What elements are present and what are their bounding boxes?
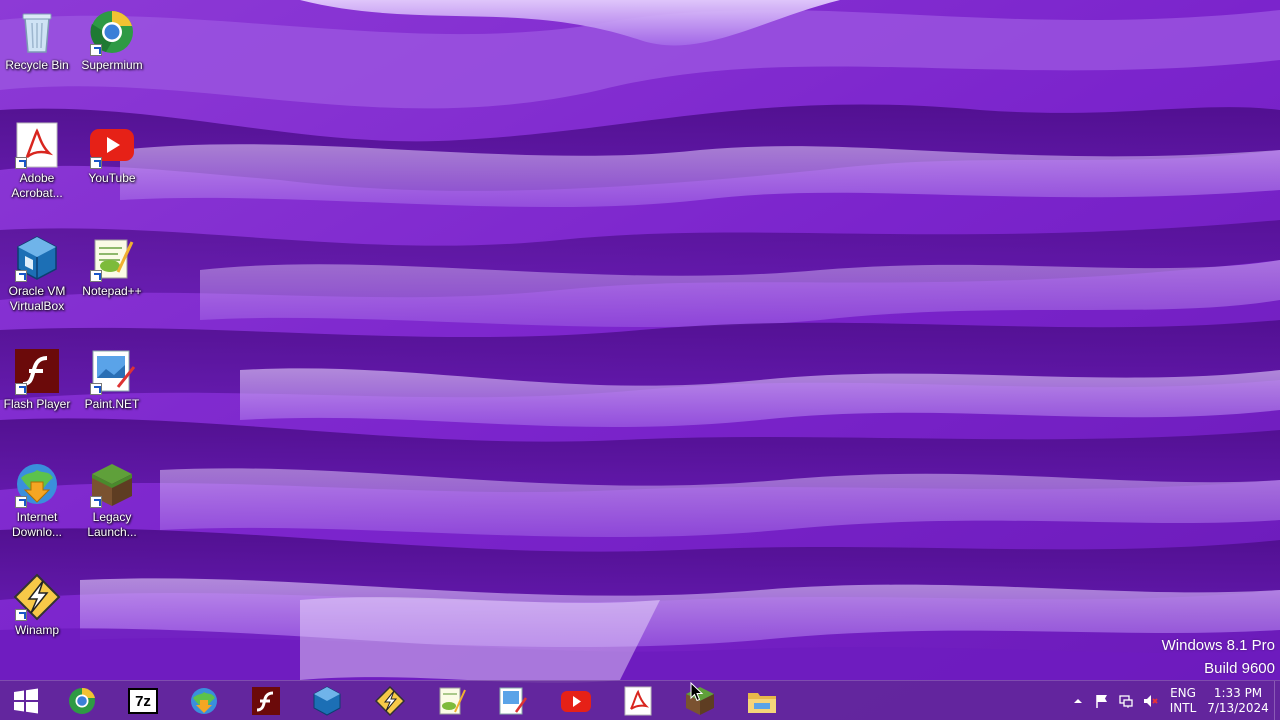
adobe-acrobat-icon xyxy=(624,686,652,716)
taskbar-7zip[interactable]: 7z xyxy=(117,683,169,719)
network-icon[interactable] xyxy=(1118,693,1134,709)
desktop-icon-label: Legacy Launch... xyxy=(87,510,137,539)
desktop-icon-label: Notepad++ xyxy=(82,284,142,298)
start-button[interactable] xyxy=(0,683,52,719)
paint-net-icon xyxy=(88,347,136,395)
shortcut-arrow-icon xyxy=(90,44,102,56)
desktop-icon-virtualbox[interactable]: Oracle VM VirtualBox xyxy=(0,234,74,314)
virtualbox-icon xyxy=(13,234,61,282)
taskbar-virtualbox[interactable] xyxy=(301,683,353,719)
desktop-icon-notepad-plus-plus[interactable]: Notepad++ xyxy=(75,234,149,299)
desktop-icon-label: Winamp xyxy=(14,623,59,637)
desktop-icon-label: Paint.NET xyxy=(84,397,140,411)
windows-build-text: Build 9600 xyxy=(1204,660,1275,677)
language-code: ENG xyxy=(1170,686,1196,700)
shortcut-arrow-icon xyxy=(15,157,27,169)
desktop-icon-label: Adobe Acrobat... xyxy=(11,171,63,200)
paint-net-icon xyxy=(499,687,528,715)
taskbar-supermium[interactable] xyxy=(56,683,108,719)
mouse-cursor-icon xyxy=(690,682,704,702)
desktop-icon-adobe-acrobat[interactable]: Adobe Acrobat... xyxy=(0,121,74,201)
legacy-launcher-icon xyxy=(88,460,136,508)
shortcut-arrow-icon xyxy=(15,383,27,395)
shortcut-arrow-icon xyxy=(15,270,27,282)
notepad-plus-plus-icon xyxy=(439,687,466,715)
taskbar: 7z ENG INTL 1:33 PM 7/13/2024 xyxy=(0,680,1280,720)
show-desktop-button[interactable] xyxy=(1274,681,1280,720)
show-hidden-icons-chevron-icon[interactable] xyxy=(1070,693,1086,709)
windows-start-icon xyxy=(14,688,38,714)
internet-download-manager-icon xyxy=(13,460,61,508)
supermium-icon xyxy=(69,687,95,714)
flash-player-icon xyxy=(13,347,61,395)
flash-player-icon xyxy=(252,687,280,715)
shortcut-arrow-icon xyxy=(15,496,27,508)
desktop-icon-label: Flash Player xyxy=(3,397,71,411)
file-explorer-icon xyxy=(748,693,776,713)
keyboard-layout: INTL xyxy=(1169,701,1197,715)
desktop-icon-label: Internet Downlo... xyxy=(11,510,63,539)
shortcut-arrow-icon xyxy=(90,157,102,169)
internet-download-manager-icon xyxy=(191,688,217,714)
desktop-icon-label: Recycle Bin xyxy=(5,58,69,72)
shortcut-arrow-icon xyxy=(90,383,102,395)
clock-time: 1:33 PM xyxy=(1213,686,1263,700)
taskbar-youtube[interactable] xyxy=(550,683,602,719)
desktop-icon-youtube[interactable]: YouTube xyxy=(75,121,149,186)
notepad-plus-plus-icon xyxy=(88,234,136,282)
windows-edition-watermark: Windows 8.1 Pro Build 9600 xyxy=(1162,634,1275,680)
desktop-icon-legacy-launcher[interactable]: Legacy Launch... xyxy=(75,460,149,540)
shortcut-arrow-icon xyxy=(90,496,102,508)
adobe-acrobat-icon xyxy=(13,121,61,169)
taskbar-paint-net[interactable] xyxy=(486,683,538,719)
volume-muted-icon[interactable] xyxy=(1142,693,1158,709)
desktop-icon-recycle-bin[interactable]: Recycle Bin xyxy=(0,8,74,73)
taskbar-file-explorer[interactable] xyxy=(736,683,788,719)
clock[interactable]: 1:33 PM 7/13/2024 xyxy=(1206,686,1270,716)
taskbar-flash-player[interactable] xyxy=(240,683,292,719)
supermium-icon xyxy=(88,8,136,56)
recycle-bin-icon xyxy=(13,8,61,56)
winamp-icon xyxy=(374,686,406,716)
input-language-indicator[interactable]: ENG INTL xyxy=(1168,686,1198,716)
desktop-icon-supermium[interactable]: Supermium xyxy=(75,8,149,73)
taskbar-winamp[interactable] xyxy=(364,683,416,719)
desktop-icon-internet-download-manager[interactable]: Internet Downlo... xyxy=(0,460,74,540)
virtualbox-icon xyxy=(313,686,341,716)
windows-edition-text: Windows 8.1 Pro xyxy=(1161,637,1275,654)
shortcut-arrow-icon xyxy=(90,270,102,282)
desktop-icon-label: YouTube xyxy=(88,171,136,185)
7zip-icon-text: 7z xyxy=(135,692,151,710)
taskbar-notepad-plus-plus[interactable] xyxy=(425,683,477,719)
taskbar-internet-download-manager[interactable] xyxy=(178,683,230,719)
shortcut-arrow-icon xyxy=(15,609,27,621)
winamp-icon xyxy=(13,573,61,621)
youtube-icon xyxy=(88,121,136,169)
desktop-icon-paint-net[interactable]: Paint.NET xyxy=(75,347,149,412)
desktop-icon-label: Oracle VM VirtualBox xyxy=(8,284,66,313)
youtube-icon xyxy=(561,691,591,712)
desktop-icon-winamp[interactable]: Winamp xyxy=(0,573,74,638)
desktop-icon-flash-player[interactable]: Flash Player xyxy=(0,347,74,412)
clock-date: 7/13/2024 xyxy=(1207,701,1269,715)
7zip-icon: 7z xyxy=(128,688,158,714)
taskbar-adobe-acrobat[interactable] xyxy=(612,683,664,719)
desktop-icon-label: Supermium xyxy=(81,58,143,72)
action-center-flag-icon[interactable] xyxy=(1094,693,1110,709)
desktop-wallpaper xyxy=(0,0,1280,720)
